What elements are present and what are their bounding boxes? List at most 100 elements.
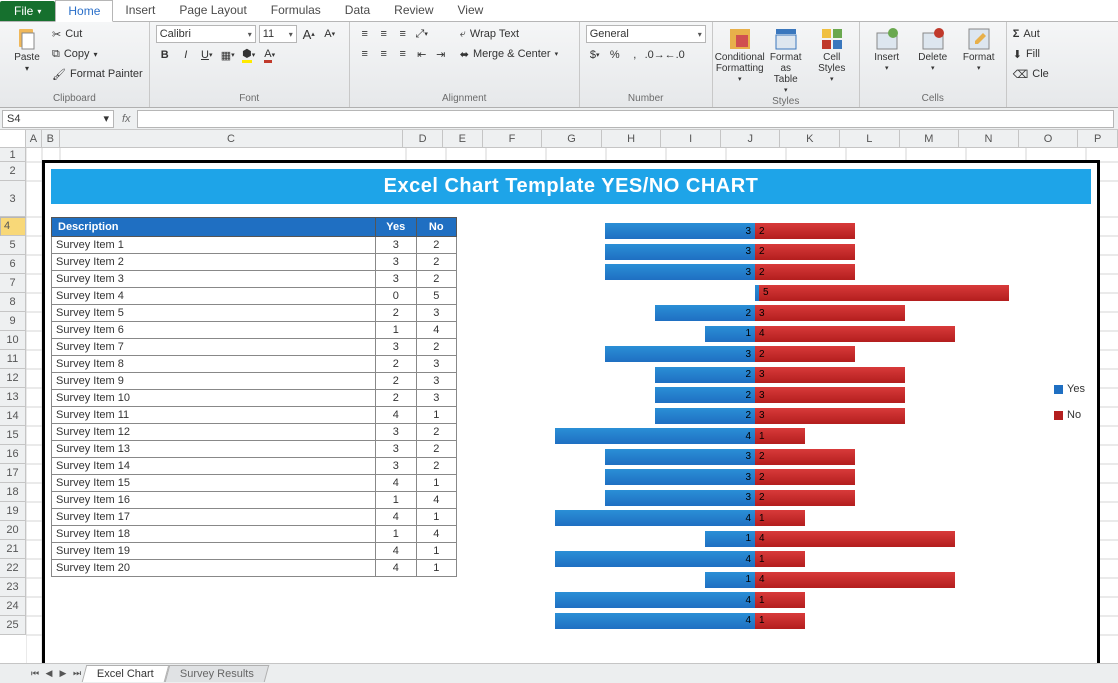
row-header-11[interactable]: 11 — [0, 350, 26, 369]
italic-button[interactable]: I — [177, 46, 195, 64]
row-header-6[interactable]: 6 — [0, 255, 26, 274]
menu-tab-insert[interactable]: Insert — [113, 0, 167, 21]
insert-cells-button[interactable]: Insert▾ — [866, 25, 908, 93]
row-header-25[interactable]: 25 — [0, 616, 26, 635]
shrink-font-button[interactable]: A▾ — [321, 25, 339, 43]
row-header-3[interactable]: 3 — [0, 181, 26, 217]
table-row[interactable]: Survey Item 405 — [52, 288, 457, 305]
col-header-L[interactable]: L — [840, 130, 900, 148]
name-box[interactable]: S4▾ — [2, 110, 114, 128]
fx-icon[interactable]: fx — [116, 113, 137, 125]
format-as-table-button[interactable]: Format as Table▾ — [765, 25, 807, 96]
table-row[interactable]: Survey Item 823 — [52, 356, 457, 373]
conditional-formatting-button[interactable]: Conditional Formatting▾ — [719, 25, 761, 96]
table-row[interactable]: Survey Item 132 — [52, 237, 457, 254]
table-row[interactable]: Survey Item 1614 — [52, 492, 457, 509]
col-header-O[interactable]: O — [1019, 130, 1079, 148]
row-header-10[interactable]: 10 — [0, 331, 26, 350]
worksheet[interactable]: ABCDEFGHIJKLMNOP 12345678910111213141516… — [0, 130, 1118, 663]
sheet-tab-active[interactable]: Excel Chart — [82, 665, 169, 682]
font-color-button[interactable]: A▾ — [261, 46, 279, 64]
col-header-C[interactable]: C — [60, 130, 403, 148]
select-all-corner[interactable] — [0, 130, 26, 148]
table-row[interactable]: Survey Item 1814 — [52, 526, 457, 543]
orientation-button[interactable]: ⤢▾ — [413, 25, 431, 43]
col-header-I[interactable]: I — [661, 130, 721, 148]
table-row[interactable]: Survey Item 1023 — [52, 390, 457, 407]
menu-tab-view[interactable]: View — [446, 0, 496, 21]
col-header-N[interactable]: N — [959, 130, 1019, 148]
indent-decrease-button[interactable]: ⇤ — [413, 45, 431, 63]
sheet-tab-other[interactable]: Survey Results — [165, 665, 270, 682]
row-header-21[interactable]: 21 — [0, 540, 26, 559]
format-painter-button[interactable]: 🖌Format Painter — [52, 65, 143, 83]
align-top-button[interactable]: ≡ — [356, 25, 374, 43]
align-bottom-button[interactable]: ≡ — [394, 25, 412, 43]
autosum-button[interactable]: Σ Aut — [1013, 25, 1049, 43]
cell-styles-button[interactable]: Cell Styles▾ — [811, 25, 853, 96]
menu-tab-page-layout[interactable]: Page Layout — [167, 0, 258, 21]
col-header-B[interactable]: B — [42, 130, 60, 148]
row-header-9[interactable]: 9 — [0, 312, 26, 331]
table-row[interactable]: Survey Item 523 — [52, 305, 457, 322]
fill-button[interactable]: ⬇Fill — [1013, 45, 1049, 63]
col-header-K[interactable]: K — [780, 130, 840, 148]
table-row[interactable]: Survey Item 1541 — [52, 475, 457, 492]
row-header-1[interactable]: 1 — [0, 148, 26, 162]
align-middle-button[interactable]: ≡ — [375, 25, 393, 43]
row-header-14[interactable]: 14 — [0, 407, 26, 426]
increase-decimal-button[interactable]: .0→ — [646, 46, 664, 64]
table-row[interactable]: Survey Item 1141 — [52, 407, 457, 424]
format-cells-button[interactable]: Format▾ — [958, 25, 1000, 93]
decrease-decimal-button[interactable]: ←.0 — [666, 46, 684, 64]
row-header-18[interactable]: 18 — [0, 483, 26, 502]
table-row[interactable]: Survey Item 1332 — [52, 441, 457, 458]
indent-increase-button[interactable]: ⇥ — [432, 45, 450, 63]
border-button[interactable]: ▦▾ — [219, 46, 237, 64]
col-header-E[interactable]: E — [443, 130, 483, 148]
menu-tab-formulas[interactable]: Formulas — [259, 0, 333, 21]
underline-button[interactable]: U▾ — [198, 46, 216, 64]
file-menu[interactable]: File ▾ — [0, 1, 55, 21]
align-right-button[interactable]: ≡ — [394, 45, 412, 63]
col-header-G[interactable]: G — [542, 130, 602, 148]
formula-input[interactable] — [137, 110, 1114, 128]
col-header-J[interactable]: J — [721, 130, 781, 148]
table-row[interactable]: Survey Item 923 — [52, 373, 457, 390]
align-center-button[interactable]: ≡ — [375, 45, 393, 63]
row-header-8[interactable]: 8 — [0, 293, 26, 312]
sheet-nav-prev[interactable]: ◀ — [42, 668, 56, 679]
row-header-13[interactable]: 13 — [0, 388, 26, 407]
col-header-P[interactable]: P — [1078, 130, 1118, 148]
col-header-H[interactable]: H — [602, 130, 662, 148]
row-header-4[interactable]: 4 — [0, 217, 26, 236]
currency-button[interactable]: $▾ — [586, 46, 604, 64]
clear-button[interactable]: ⌫Cle — [1013, 65, 1049, 83]
row-header-24[interactable]: 24 — [0, 597, 26, 616]
bold-button[interactable]: B — [156, 46, 174, 64]
row-header-22[interactable]: 22 — [0, 559, 26, 578]
merge-center-button[interactable]: ⬌Merge & Center▾ — [460, 45, 558, 63]
menu-tab-review[interactable]: Review — [382, 0, 445, 21]
col-header-F[interactable]: F — [483, 130, 543, 148]
table-row[interactable]: Survey Item 1232 — [52, 424, 457, 441]
row-header-19[interactable]: 19 — [0, 502, 26, 521]
row-header-23[interactable]: 23 — [0, 578, 26, 597]
cut-button[interactable]: ✂Cut — [52, 25, 143, 43]
table-row[interactable]: Survey Item 1432 — [52, 458, 457, 475]
wrap-text-button[interactable]: ⤶Wrap Text — [460, 25, 558, 43]
font-size-select[interactable]: 11▾ — [259, 25, 297, 43]
font-name-select[interactable]: Calibri▾ — [156, 25, 256, 43]
row-header-7[interactable]: 7 — [0, 274, 26, 293]
table-row[interactable]: Survey Item 1741 — [52, 509, 457, 526]
paste-button[interactable]: Paste▾ — [6, 25, 48, 93]
table-row[interactable]: Survey Item 1941 — [52, 543, 457, 560]
table-row[interactable]: Survey Item 332 — [52, 271, 457, 288]
fill-color-button[interactable]: ⬢▾ — [240, 46, 258, 64]
menu-tab-home[interactable]: Home — [55, 0, 113, 22]
menu-tab-data[interactable]: Data — [333, 0, 382, 21]
row-header-2[interactable]: 2 — [0, 162, 26, 181]
sheet-nav-first[interactable]: ⏮ — [28, 668, 42, 679]
row-header-15[interactable]: 15 — [0, 426, 26, 445]
table-row[interactable]: Survey Item 732 — [52, 339, 457, 356]
